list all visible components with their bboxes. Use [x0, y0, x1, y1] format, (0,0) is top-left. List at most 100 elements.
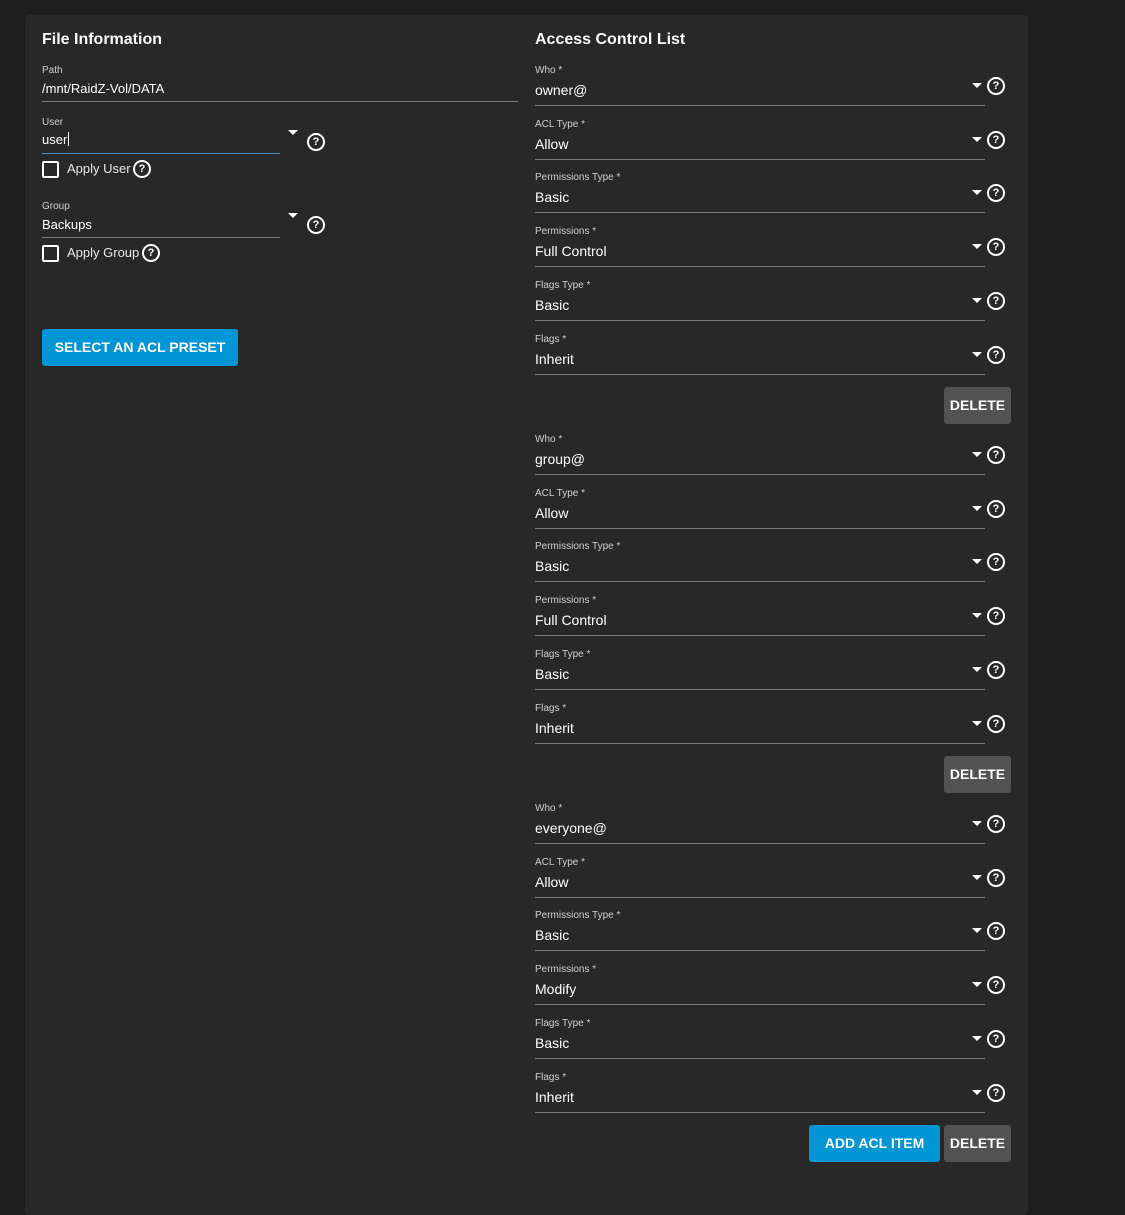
- help-icon[interactable]: ?: [987, 131, 1005, 149]
- file-information-title: File Information: [42, 31, 162, 48]
- group-help-icon[interactable]: ?: [307, 216, 325, 234]
- permissions-type-label: Permissions Type *: [535, 172, 621, 183]
- permissions-type-select[interactable]: Basic: [535, 927, 569, 943]
- permissions-select[interactable]: Full Control: [535, 243, 607, 259]
- group-label: Group: [42, 201, 70, 212]
- caret-down-icon[interactable]: [972, 982, 982, 987]
- acl-type-select[interactable]: Allow: [535, 505, 568, 521]
- help-icon[interactable]: ?: [987, 346, 1005, 364]
- who-underline: [535, 843, 985, 844]
- apply-user-label[interactable]: Apply User: [67, 161, 131, 176]
- help-icon[interactable]: ?: [987, 553, 1005, 571]
- acl-editor-card: File Information Path /mnt/RaidZ-Vol/DAT…: [25, 15, 1028, 1215]
- select-acl-preset-button[interactable]: SELECT AN ACL PRESET: [42, 329, 238, 366]
- caret-down-icon[interactable]: [972, 667, 982, 672]
- help-icon[interactable]: ?: [987, 292, 1005, 310]
- permissions-select[interactable]: Modify: [535, 981, 576, 997]
- who-underline: [535, 474, 985, 475]
- caret-down-icon[interactable]: [972, 298, 982, 303]
- acl-type-underline: [535, 897, 985, 898]
- who-label: Who *: [535, 65, 563, 76]
- caret-down-icon[interactable]: [972, 352, 982, 357]
- flags-type-label: Flags Type *: [535, 1018, 591, 1029]
- flags-select[interactable]: Inherit: [535, 1089, 574, 1105]
- flags-label: Flags *: [535, 703, 567, 714]
- apply-group-label[interactable]: Apply Group: [67, 245, 139, 260]
- permissions-select[interactable]: Full Control: [535, 612, 607, 628]
- flags-type-select[interactable]: Basic: [535, 297, 569, 313]
- flags-type-select[interactable]: Basic: [535, 666, 569, 682]
- caret-down-icon[interactable]: [972, 928, 982, 933]
- help-icon[interactable]: ?: [987, 976, 1005, 994]
- caret-down-icon[interactable]: [972, 1036, 982, 1041]
- permissions-type-label: Permissions Type *: [535, 910, 621, 921]
- add-acl-item-button[interactable]: ADD ACL ITEM: [809, 1125, 940, 1162]
- caret-down-icon[interactable]: [972, 190, 982, 195]
- who-label: Who *: [535, 434, 563, 445]
- acl-type-label: ACL Type *: [535, 119, 586, 130]
- who-select[interactable]: owner@: [535, 82, 587, 98]
- help-icon[interactable]: ?: [987, 238, 1005, 256]
- caret-down-icon[interactable]: [972, 506, 982, 511]
- caret-down-icon[interactable]: [972, 83, 982, 88]
- permissions-underline: [535, 1004, 985, 1005]
- help-icon[interactable]: ?: [987, 446, 1005, 464]
- who-select[interactable]: group@: [535, 451, 585, 467]
- acl-type-underline: [535, 528, 985, 529]
- user-value: user: [42, 132, 68, 147]
- flags-select[interactable]: Inherit: [535, 351, 574, 367]
- delete-button[interactable]: DELETE: [944, 756, 1011, 793]
- help-icon[interactable]: ?: [987, 922, 1005, 940]
- help-icon[interactable]: ?: [987, 661, 1005, 679]
- who-select[interactable]: everyone@: [535, 820, 607, 836]
- caret-down-icon[interactable]: [972, 137, 982, 142]
- delete-button[interactable]: DELETE: [944, 387, 1011, 424]
- help-icon[interactable]: ?: [987, 1030, 1005, 1048]
- help-icon[interactable]: ?: [987, 715, 1005, 733]
- caret-down-icon[interactable]: [972, 875, 982, 880]
- group-input[interactable]: Backups: [42, 217, 92, 232]
- group-caret-down-icon[interactable]: [288, 213, 298, 218]
- user-underline: [42, 153, 280, 154]
- help-icon[interactable]: ?: [987, 815, 1005, 833]
- acl-type-select[interactable]: Allow: [535, 136, 568, 152]
- help-icon[interactable]: ?: [987, 869, 1005, 887]
- acl-type-select[interactable]: Allow: [535, 874, 568, 890]
- permissions-type-underline: [535, 212, 985, 213]
- flags-label: Flags *: [535, 334, 567, 345]
- caret-down-icon[interactable]: [972, 244, 982, 249]
- caret-down-icon[interactable]: [972, 613, 982, 618]
- apply-group-help-icon[interactable]: ?: [142, 244, 160, 262]
- apply-user-checkbox[interactable]: [42, 161, 59, 178]
- flags-underline: [535, 1112, 985, 1113]
- access-control-list-title: Access Control List: [535, 31, 686, 48]
- flags-underline: [535, 374, 985, 375]
- help-icon[interactable]: ?: [987, 184, 1005, 202]
- user-help-icon[interactable]: ?: [307, 133, 325, 151]
- apply-user-help-icon[interactable]: ?: [133, 160, 151, 178]
- apply-group-checkbox[interactable]: [42, 245, 59, 262]
- permissions-label: Permissions *: [535, 226, 597, 237]
- help-icon[interactable]: ?: [987, 607, 1005, 625]
- caret-down-icon[interactable]: [972, 821, 982, 826]
- who-underline: [535, 105, 985, 106]
- caret-down-icon[interactable]: [972, 452, 982, 457]
- caret-down-icon[interactable]: [972, 1090, 982, 1095]
- help-icon[interactable]: ?: [987, 77, 1005, 95]
- help-icon[interactable]: ?: [987, 1084, 1005, 1102]
- permissions-type-select[interactable]: Basic: [535, 189, 569, 205]
- help-icon[interactable]: ?: [987, 500, 1005, 518]
- user-input[interactable]: user: [42, 131, 280, 155]
- permissions-type-select[interactable]: Basic: [535, 558, 569, 574]
- flags-type-select[interactable]: Basic: [535, 1035, 569, 1051]
- flags-type-underline: [535, 1058, 985, 1059]
- caret-down-icon[interactable]: [972, 559, 982, 564]
- user-caret-down-icon[interactable]: [288, 130, 298, 135]
- flags-label: Flags *: [535, 1072, 567, 1083]
- flags-select[interactable]: Inherit: [535, 720, 574, 736]
- flags-type-underline: [535, 689, 985, 690]
- permissions-type-label: Permissions Type *: [535, 541, 621, 552]
- delete-button[interactable]: DELETE: [944, 1125, 1011, 1162]
- flags-type-label: Flags Type *: [535, 280, 591, 291]
- caret-down-icon[interactable]: [972, 721, 982, 726]
